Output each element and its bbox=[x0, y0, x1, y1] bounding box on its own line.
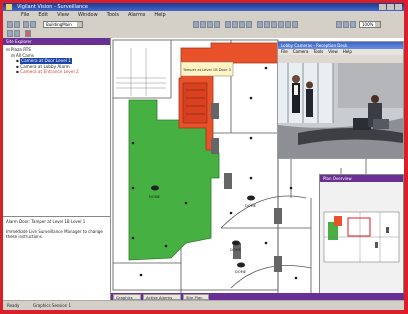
grid-icon[interactable] bbox=[257, 21, 263, 28]
video-window-title: Lobby Cameras - Reception Desk bbox=[278, 42, 403, 49]
tool-icon-8[interactable] bbox=[246, 21, 252, 28]
plan-overview-window[interactable]: Plan Overview bbox=[319, 174, 404, 295]
app-icon bbox=[6, 4, 12, 10]
chevron-down-icon bbox=[77, 22, 82, 27]
chevron-down-icon bbox=[375, 22, 380, 27]
status-left: Ready bbox=[7, 303, 20, 308]
alarm-info-text: Alarm Door: Tamper at Level 1B Level 1 bbox=[6, 219, 86, 224]
dome-label: DOME bbox=[245, 204, 257, 208]
forward-icon[interactable] bbox=[14, 21, 20, 28]
video-menu-view[interactable]: View bbox=[328, 49, 338, 55]
alarm-icon[interactable] bbox=[278, 21, 284, 28]
title-bar: Vigilant Vision - Surveillance bbox=[3, 3, 404, 11]
app-window: Vigilant Vision - Surveillance File Edit… bbox=[3, 3, 404, 310]
building-select[interactable]: BuildingMain bbox=[43, 21, 83, 28]
alarm-callout-text: Tamper at Level 1B Door 3 bbox=[182, 68, 231, 72]
print-icon[interactable] bbox=[285, 21, 291, 28]
video-toolbar bbox=[278, 55, 403, 63]
tree-item[interactable]: ▪ Camera at Entrance Level 2 bbox=[6, 69, 107, 75]
tool-icon-7[interactable] bbox=[239, 21, 245, 28]
building-select-value: BuildingMain bbox=[46, 22, 72, 27]
menu-bar: File Edit View Window Tools Alarms Help bbox=[3, 11, 404, 20]
save-icon[interactable] bbox=[292, 21, 298, 28]
nav-back-icon[interactable] bbox=[7, 30, 13, 37]
site-tree: ⊟ Plaza RTS ⊟ All Cams ▪ Camera at Door … bbox=[3, 45, 110, 77]
secondary-toolbar bbox=[3, 30, 404, 38]
minimize-button[interactable] bbox=[379, 4, 386, 10]
layers-icon[interactable] bbox=[264, 21, 270, 28]
tool-icon-1[interactable] bbox=[193, 21, 199, 28]
menu-file[interactable]: File bbox=[21, 11, 29, 20]
view-tabs: Graphics Active Alarms Site Plan bbox=[111, 293, 404, 300]
status-bar: Ready Graphics Session 1 bbox=[3, 300, 404, 310]
window-controls bbox=[379, 4, 402, 10]
plan-overview-title: Plan Overview bbox=[320, 175, 403, 182]
alarm-instructions: Immediate Live Surveillance Manager to c… bbox=[6, 228, 103, 240]
video-menu-camera[interactable]: Camera bbox=[293, 49, 309, 55]
camera-video-window[interactable]: Lobby Cameras - Reception Desk File Came… bbox=[277, 41, 404, 159]
dome-label: DOME bbox=[235, 270, 247, 274]
camera-icon[interactable] bbox=[271, 21, 277, 28]
zoom-out-icon[interactable] bbox=[343, 21, 349, 28]
menu-window[interactable]: Window bbox=[78, 11, 98, 20]
stop-icon[interactable] bbox=[25, 30, 31, 37]
maximize-button[interactable] bbox=[387, 4, 394, 10]
menu-help[interactable]: Help bbox=[154, 11, 165, 20]
zoom-fit-icon[interactable] bbox=[350, 21, 356, 28]
toolbar: BuildingMain 100% bbox=[3, 20, 404, 30]
tool-icon-4[interactable] bbox=[214, 21, 220, 28]
alarm-info-panel: Alarm Door: Tamper at Level 1B Level 1 I… bbox=[3, 216, 110, 301]
zoom-in-icon[interactable] bbox=[336, 21, 342, 28]
video-menu-file[interactable]: File bbox=[281, 49, 288, 55]
dome-label: DOME bbox=[230, 248, 242, 252]
site-explorer-panel: Site Explorer ⊟ Plaza RTS ⊟ All Cams ▪ C… bbox=[3, 38, 111, 301]
menu-alarms[interactable]: Alarms bbox=[128, 11, 145, 20]
menu-edit[interactable]: Edit bbox=[38, 11, 48, 20]
tool-icon-6[interactable] bbox=[232, 21, 238, 28]
close-button[interactable] bbox=[395, 4, 402, 10]
video-menu-help[interactable]: Help bbox=[343, 49, 352, 55]
tool-icon-2[interactable] bbox=[200, 21, 206, 28]
site-explorer-header: Site Explorer bbox=[3, 38, 110, 45]
back-icon[interactable] bbox=[7, 21, 13, 28]
menu-tools[interactable]: Tools bbox=[107, 11, 119, 20]
tool-icon-5[interactable] bbox=[225, 21, 231, 28]
menu-view[interactable]: View bbox=[57, 11, 69, 20]
nav-forward-icon[interactable] bbox=[14, 30, 20, 37]
dome-label: DOME bbox=[149, 195, 161, 199]
camera-feed-image bbox=[278, 63, 403, 158]
window-title: Vigilant Vision - Surveillance bbox=[17, 4, 88, 10]
refresh-icon[interactable] bbox=[30, 21, 36, 28]
tool-icon-3[interactable] bbox=[207, 21, 213, 28]
home-icon[interactable] bbox=[23, 21, 29, 28]
zoom-select[interactable]: 100% bbox=[359, 21, 381, 28]
zoom-select-value: 100% bbox=[362, 22, 374, 27]
video-menu-tools[interactable]: Tools bbox=[313, 49, 323, 55]
overview-map-drawing bbox=[320, 182, 403, 294]
status-center: Graphics Session 1 bbox=[33, 303, 72, 308]
